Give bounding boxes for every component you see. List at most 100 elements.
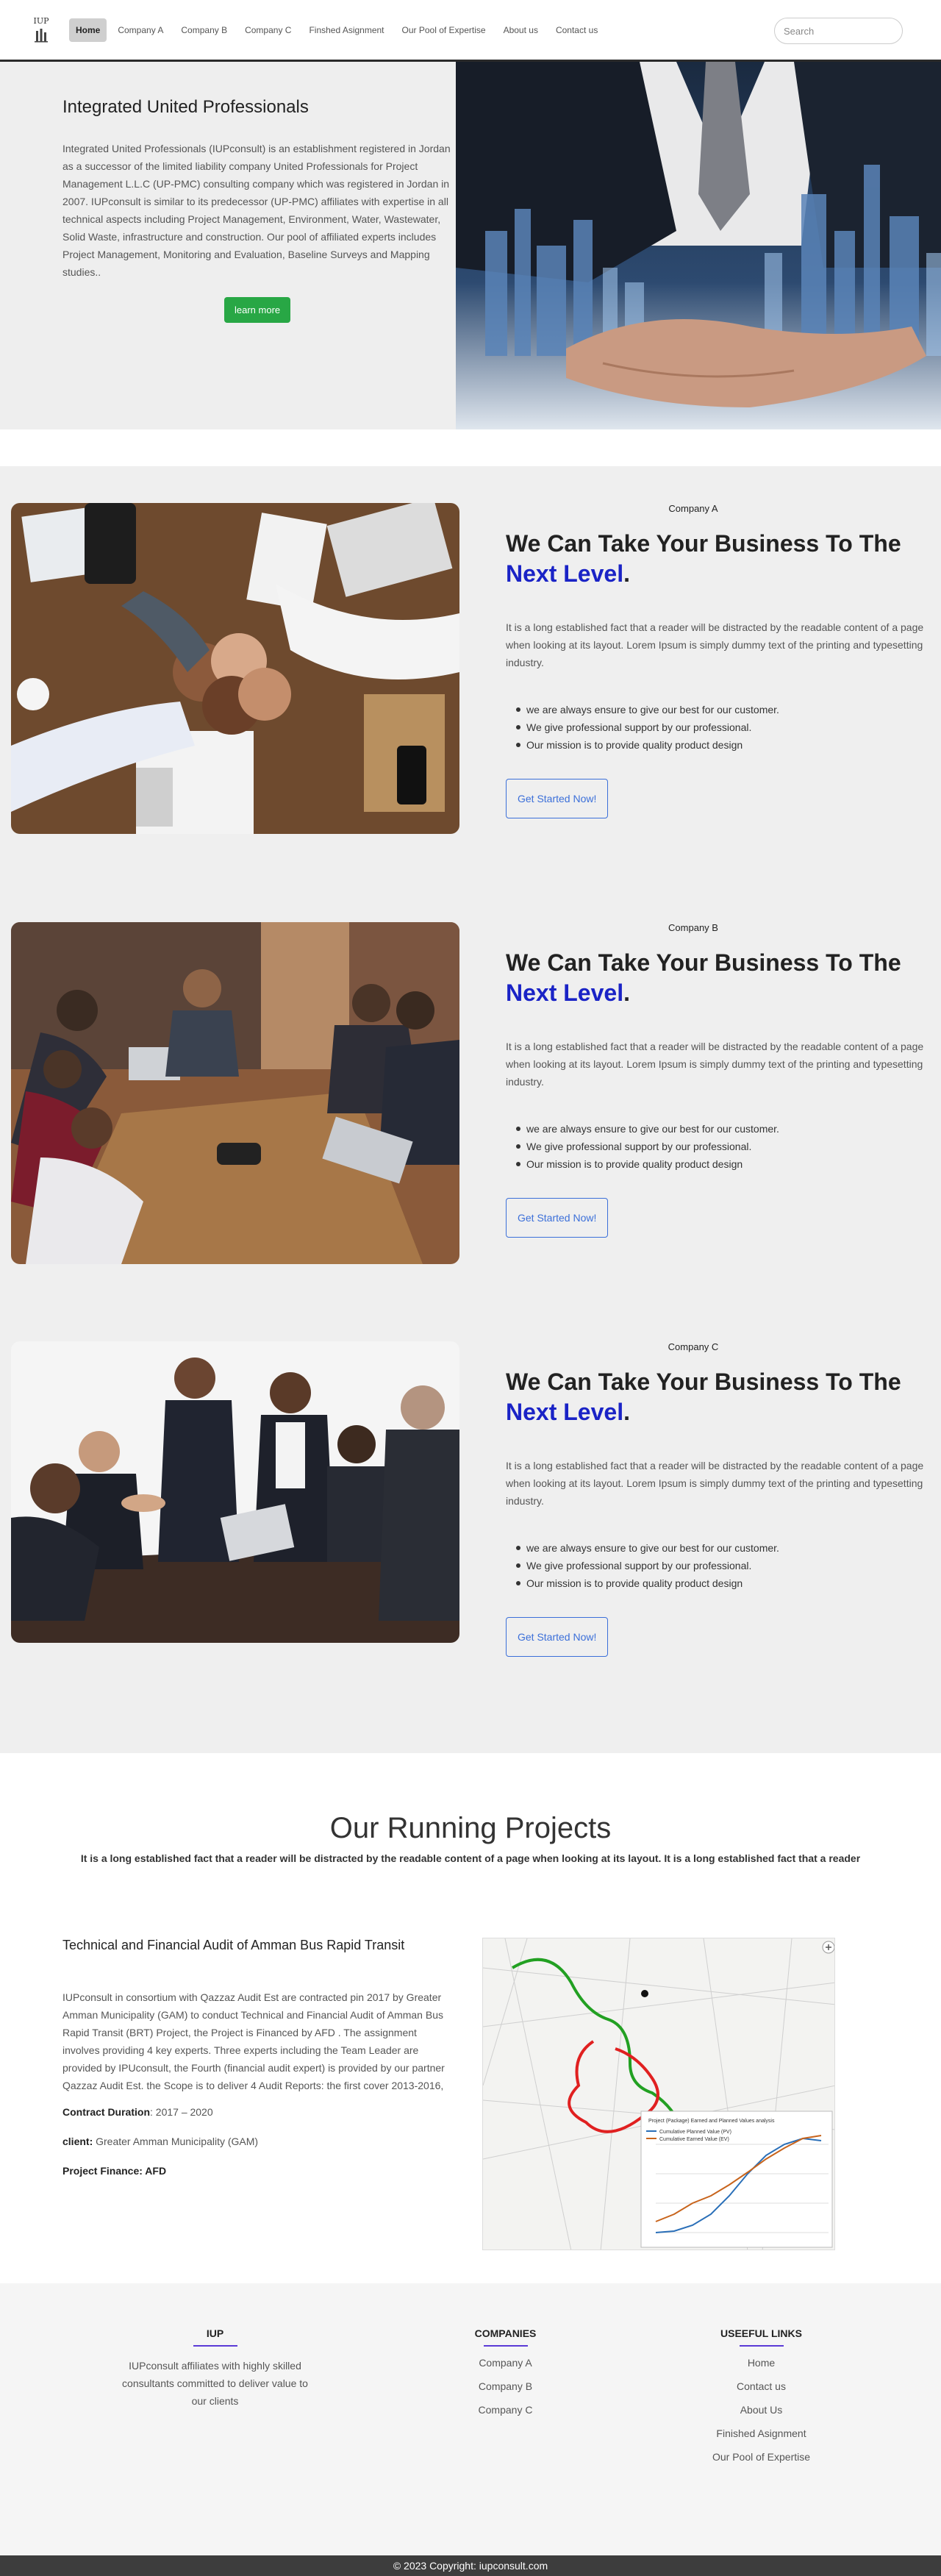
company-a-block: Company A We Can Take Your Business To T… [0, 503, 941, 922]
bullet-item: Our mission is to provide quality produc… [516, 1155, 925, 1173]
footer-divider [739, 2345, 784, 2347]
project-description: IUPconsult in consortium with Qazzaz Aud… [62, 1991, 445, 2091]
headline-text: We Can Take Your Business To The [506, 949, 901, 976]
main-nav: Home Company A Company B Company C Finsh… [69, 18, 604, 42]
chart-title: Project (Package) Earned and Planned Val… [648, 2119, 775, 2124]
company-a-image [11, 503, 459, 834]
footer-link-company-c[interactable]: Company C [412, 2404, 599, 2416]
footer-link-company-a[interactable]: Company A [412, 2357, 599, 2369]
headline-dot: . [623, 560, 630, 587]
company-b-headline: We Can Take Your Business To The Next Lev… [506, 948, 925, 1008]
company-a-headline: We Can Take Your Business To The Next Lev… [506, 529, 925, 589]
headline-text: We Can Take Your Business To The [506, 1369, 901, 1395]
bullet-item: Our mission is to provide quality produc… [516, 736, 925, 754]
nav-about-us[interactable]: About us [497, 18, 545, 42]
footer-link-finished-assignment[interactable]: Finished Asignment [668, 2427, 855, 2439]
company-b-get-started-button[interactable]: Get Started Now! [506, 1198, 609, 1238]
logo-text: IUP [33, 16, 49, 26]
nav-company-b[interactable]: Company B [174, 18, 234, 42]
teamwork-fist-bump-illustration [11, 503, 459, 834]
headline-accent: Next Level [506, 560, 624, 587]
copyright-bar: © 2023 Copyright: iupconsult.com [0, 2555, 941, 2576]
hero-text: Integrated United Professionals Integrat… [62, 97, 463, 323]
company-c-name: Company C [668, 1341, 719, 1352]
brt-route-map-illustration: Project (Package) Earned and Planned Val… [483, 1938, 834, 2249]
footer-col-iup: IUP IUPconsult affiliates with highly sk… [121, 2327, 309, 2410]
project-title: Technical and Financial Audit of Amman B… [62, 1938, 405, 1952]
logo[interactable]: IUP [29, 14, 53, 46]
company-b-image [11, 922, 459, 1264]
headline-text: We Can Take Your Business To The [506, 530, 901, 557]
company-c-headline: We Can Take Your Business To The Next Lev… [506, 1367, 925, 1427]
footer: IUP IUPconsult affiliates with highly sk… [0, 2283, 941, 2555]
project-client: client: Greater Amman Municipality (GAM) [62, 2136, 456, 2147]
bullet-item: We give professional support by our prof… [516, 1557, 925, 1574]
bullet-item: we are always ensure to give our best fo… [516, 1539, 925, 1557]
project-text: Technical and Financial Audit of Amman B… [62, 1938, 456, 2177]
finance-label: Project Finance: AFD [62, 2165, 167, 2177]
footer-col-companies: COMPANIES Company A Company B Company C [412, 2327, 599, 2427]
company-b-content: Company B We Can Take Your Business To T… [506, 922, 925, 1238]
footer-link-about[interactable]: About Us [668, 2404, 855, 2416]
projects-title: Our Running Projects [329, 1812, 612, 1844]
bullet-item: we are always ensure to give our best fo… [516, 1120, 925, 1138]
footer-about-text: IUPconsult affiliates with highly skille… [122, 2360, 308, 2407]
bullet-item: We give professional support by our prof… [516, 1138, 925, 1155]
company-a-get-started-button[interactable]: Get Started Now! [506, 779, 609, 818]
hero-section: Integrated United Professionals Integrat… [0, 62, 941, 429]
nav-pool-of-expertise[interactable]: Our Pool of Expertise [396, 18, 493, 42]
client-value: Greater Amman Municipality (GAM) [93, 2136, 259, 2147]
bullet-item: Our mission is to provide quality produc… [516, 1574, 925, 1592]
headline-dot: . [623, 980, 630, 1006]
learn-more-button[interactable]: learn more [224, 297, 291, 323]
company-b-name: Company B [668, 922, 718, 933]
nav-company-c[interactable]: Company C [238, 18, 298, 42]
duration-value: : 2017 – 2020 [150, 2106, 213, 2118]
company-a-description: It is a long established fact that a rea… [506, 621, 924, 668]
footer-divider [193, 2345, 237, 2347]
footer-col3-title: USEEFUL LINKS [720, 2327, 802, 2339]
legend-pv: Cumulative Planned Value (PV) [659, 2130, 731, 2135]
nav-home[interactable]: Home [69, 18, 107, 42]
client-label: client: [62, 2136, 93, 2147]
business-meeting-illustration [11, 922, 459, 1264]
company-b-block: Company B We Can Take Your Business To T… [0, 922, 941, 1341]
hero-description: Integrated United Professionals (IUPcons… [62, 143, 451, 278]
projects-section: Our Running Projects It is a long establ… [0, 1753, 941, 2283]
company-b-description: It is a long established fact that a rea… [506, 1041, 924, 1088]
footer-divider [483, 2345, 528, 2347]
company-a-bullets: we are always ensure to give our best fo… [516, 701, 925, 754]
nav-company-a[interactable]: Company A [111, 18, 170, 42]
footer-col2-title: COMPANIES [474, 2327, 537, 2339]
search-input[interactable] [774, 18, 903, 44]
headline-accent: Next Level [506, 980, 624, 1006]
company-c-get-started-button[interactable]: Get Started Now! [506, 1617, 609, 1657]
footer-col-links: USEEFUL LINKS Home Contact us About Us F… [668, 2327, 855, 2475]
projects-subtitle: It is a long established fact that a rea… [80, 1852, 861, 1864]
footer-link-contact[interactable]: Contact us [668, 2380, 855, 2392]
nav-contact-us[interactable]: Contact us [549, 18, 604, 42]
company-a-name: Company A [668, 503, 718, 514]
project-item: Technical and Financial Audit of Amman B… [0, 1938, 941, 2254]
project-map-image: Project (Package) Earned and Planned Val… [482, 1938, 835, 2250]
footer-link-home[interactable]: Home [668, 2357, 855, 2369]
footer-col1-title: IUP [206, 2327, 224, 2339]
nav-finished-assignment[interactable]: Finshed Asignment [302, 18, 390, 42]
top-navbar: IUP Home Company A Company B Company C F… [0, 0, 941, 62]
bullet-item: We give professional support by our prof… [516, 718, 925, 736]
business-handshake-illustration [11, 1341, 459, 1643]
headline-dot: . [623, 1399, 630, 1425]
logo-mark-icon [35, 29, 48, 43]
company-c-content: Company C We Can Take Your Business To T… [506, 1341, 925, 1657]
footer-link-company-b[interactable]: Company B [412, 2380, 599, 2392]
legend-ev: Cumulative Earned Value (EV) [659, 2137, 729, 2142]
project-duration: Contract Duration: 2017 – 2020 [62, 2106, 456, 2118]
companies-section: Company A We Can Take Your Business To T… [0, 466, 941, 1753]
bullet-item: we are always ensure to give our best fo… [516, 701, 925, 718]
hero-image-business-hand [456, 62, 941, 429]
company-c-image [11, 1341, 459, 1643]
company-c-bullets: we are always ensure to give our best fo… [516, 1539, 925, 1592]
footer-link-pool-of-expertise[interactable]: Our Pool of Expertise [668, 2451, 855, 2463]
company-b-bullets: we are always ensure to give our best fo… [516, 1120, 925, 1173]
company-c-description: It is a long established fact that a rea… [506, 1460, 924, 1507]
